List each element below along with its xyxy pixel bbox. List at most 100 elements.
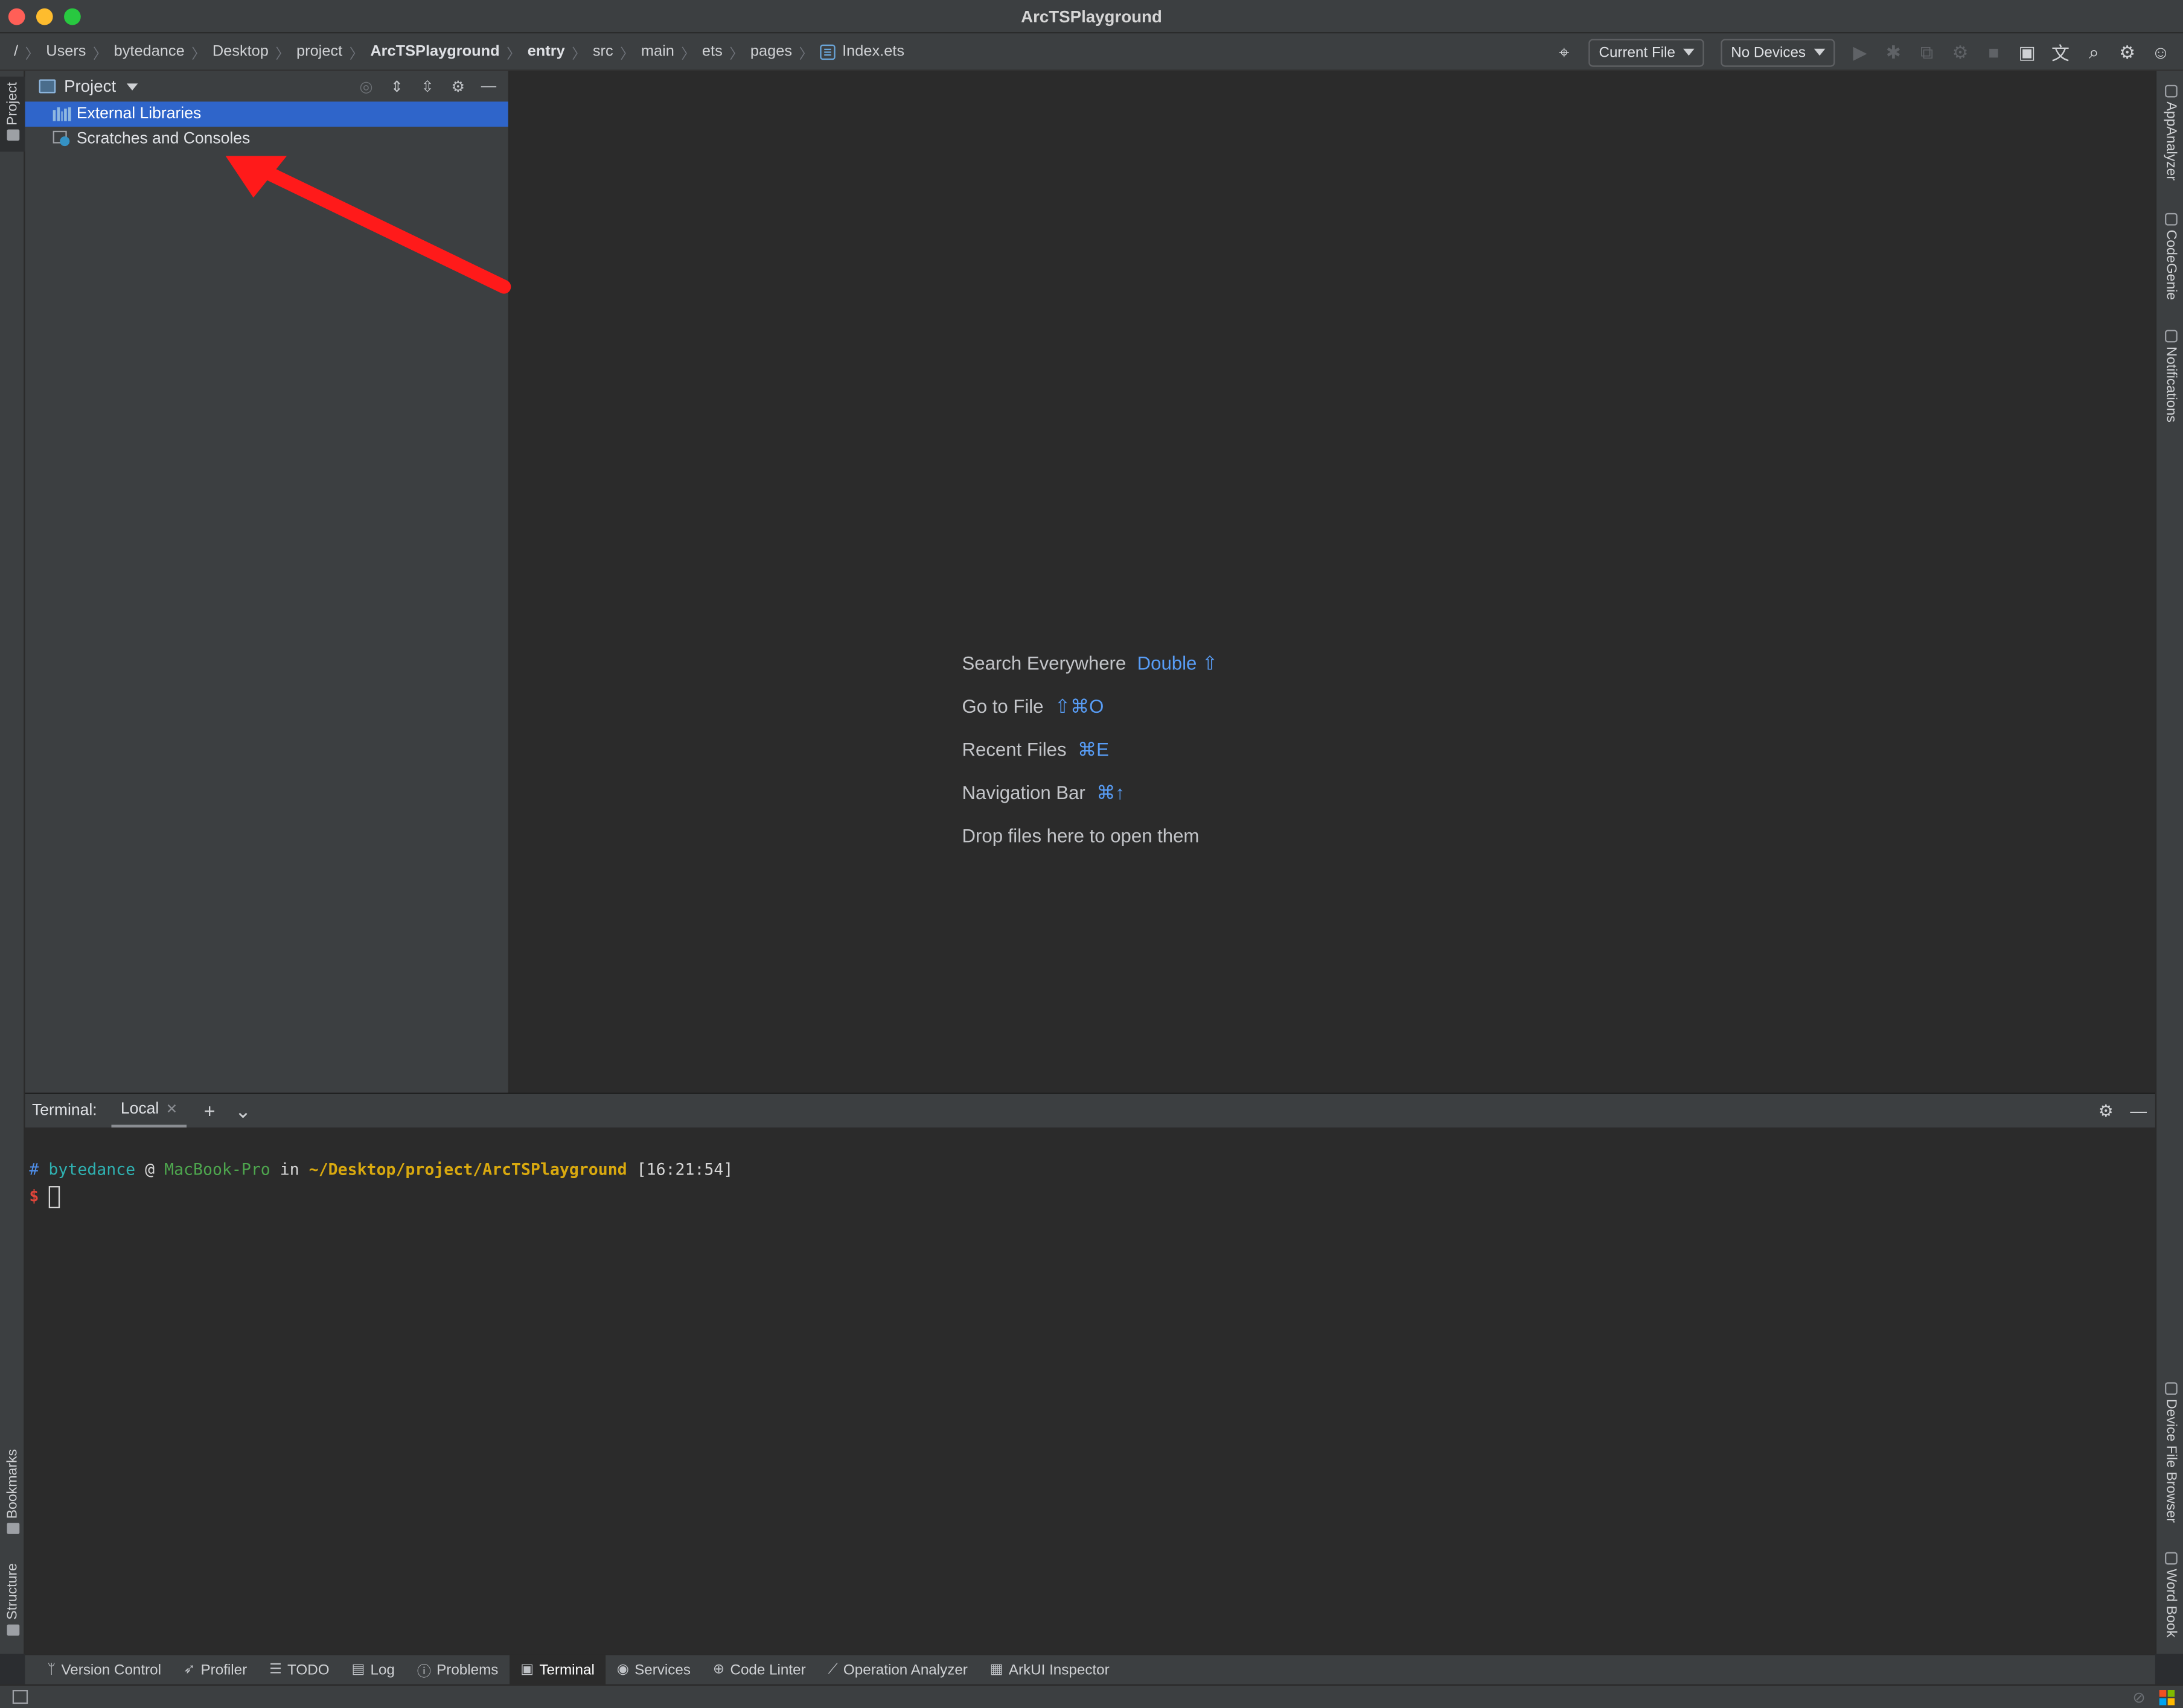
breadcrumb: / 〉 Users 〉 bytedance 〉 Desktop 〉 project 〉 A… xyxy=(0,33,907,69)
breadcrumb-item[interactable]: src xyxy=(590,43,616,60)
tool-button-services[interactable]: ◉ Services xyxy=(606,1654,702,1685)
scratches-icon xyxy=(53,130,71,148)
breadcrumb-item[interactable]: main xyxy=(638,43,677,60)
tool-button-arkui-inspector[interactable]: ▦ ArkUI Inspector xyxy=(979,1654,1120,1685)
breadcrumb-item-module[interactable]: entry xyxy=(525,43,567,60)
breadcrumb-item[interactable]: Users xyxy=(43,43,89,60)
close-window-button[interactable] xyxy=(8,8,25,25)
tool-button-label: TODO xyxy=(287,1661,330,1678)
bookmark-icon xyxy=(6,1523,19,1534)
terminal-output[interactable]: # bytedance @ MacBook-Pro in ~/Desktop/p… xyxy=(25,1127,2155,1209)
tool-button-operation-analyzer[interactable]: ⟋ Operation Analyzer xyxy=(817,1654,979,1685)
account-icon[interactable]: ☺ xyxy=(2147,38,2175,66)
project-view-title[interactable]: Project xyxy=(64,77,116,96)
toggle-tool-windows-icon[interactable] xyxy=(12,1690,28,1704)
caret-down-icon[interactable] xyxy=(127,83,139,90)
settings-gear-icon[interactable]: ⚙ xyxy=(447,75,469,98)
tool-button-code-linter[interactable]: ⊕ Code Linter xyxy=(702,1654,817,1685)
translate-icon[interactable]: 文 xyxy=(2047,38,2074,66)
breadcrumb-item-project[interactable]: ArcTSPlayground xyxy=(368,43,502,60)
chevron-down-icon[interactable]: ⌄ xyxy=(233,1099,252,1123)
device-manager-icon[interactable]: ▣ xyxy=(2013,38,2041,66)
hide-panel-icon[interactable]: — xyxy=(478,75,500,98)
device-value: No Devices xyxy=(1731,43,1806,61)
ide-window: ArcTSPlayground / 〉 Users 〉 bytedance 〉 Des… xyxy=(0,0,2183,1708)
breadcrumb-item[interactable]: Desktop xyxy=(209,43,271,60)
stop-icon[interactable]: ■ xyxy=(1980,38,2007,66)
services-icon: ◉ xyxy=(616,1662,629,1678)
caret-down-icon xyxy=(1814,48,1826,56)
chevron-right-icon: 〉 xyxy=(799,46,813,62)
tool-tab-word-book[interactable]: Word Book xyxy=(2156,1549,2183,1637)
tool-button-label: Terminal xyxy=(539,1661,595,1678)
tool-tab-device-file-browser[interactable]: Device File Browser xyxy=(2156,1380,2183,1523)
tool-button-profiler[interactable]: ➶ Profiler xyxy=(172,1654,258,1685)
breadcrumb-item[interactable]: bytedance xyxy=(111,43,187,60)
expand-all-icon[interactable]: ⇕ xyxy=(386,75,408,98)
tool-button-terminal[interactable]: ▣ Terminal xyxy=(509,1654,606,1685)
tool-button-label: Operation Analyzer xyxy=(843,1661,968,1678)
run-configuration-select[interactable]: Current File xyxy=(1589,38,1705,66)
hide-panel-icon[interactable]: — xyxy=(2130,1101,2147,1120)
hint-recent-files: Recent Files ⌘E xyxy=(962,728,1218,771)
target-icon[interactable]: ⌖ xyxy=(1550,38,1578,66)
prompt-host: MacBook-Pro xyxy=(164,1159,270,1179)
tree-item-label: Scratches and Consoles xyxy=(76,130,251,148)
tool-button-label: ArkUI Inspector xyxy=(1008,1661,1110,1678)
minimize-window-button[interactable] xyxy=(36,8,53,25)
status-bar: ⊘ xyxy=(0,1684,2183,1708)
folder-icon xyxy=(6,129,19,141)
tool-button-log[interactable]: ▤ Log xyxy=(340,1654,406,1685)
tool-tab-structure[interactable]: Structure xyxy=(0,1563,25,1646)
hint-label: Navigation Bar xyxy=(962,782,1085,803)
hint-shortcut: ⌘E xyxy=(1078,738,1109,760)
close-icon[interactable]: ✕ xyxy=(166,1102,177,1117)
breadcrumb-item[interactable]: project xyxy=(293,43,345,60)
tool-tab-notifications[interactable]: Notifications xyxy=(2156,327,2183,422)
power-save-icon[interactable]: ⊘ xyxy=(2132,1689,2145,1707)
zoom-window-button[interactable] xyxy=(64,8,81,25)
tool-tab-app-analyzer-label: AppAnalyzer xyxy=(2162,101,2178,181)
device-select[interactable]: No Devices xyxy=(1721,38,1835,66)
windows-logo-icon[interactable] xyxy=(2159,1690,2175,1706)
collapse-all-icon[interactable]: ⇳ xyxy=(417,75,439,98)
tree-item-external-libraries[interactable]: External Libraries xyxy=(25,101,508,127)
tool-button-problems[interactable]: ⓘ Problems xyxy=(406,1654,509,1685)
breadcrumb-root[interactable]: / xyxy=(11,43,21,60)
breadcrumb-file[interactable]: Index.ets xyxy=(839,43,907,60)
toolbar-right: ⌖ Current File No Devices ▶ ✱ ⧉ ⚙ ■ ▣ 文 … xyxy=(1550,33,2175,71)
tool-tab-project[interactable]: Project xyxy=(0,76,25,152)
settings-gear-icon[interactable]: ⚙ xyxy=(2098,1101,2114,1120)
tool-tab-code-genie[interactable]: CodeGenie xyxy=(2156,210,2183,300)
profile-icon[interactable]: ⚙ xyxy=(1946,38,1974,66)
tool-button-version-control[interactable]: ᛘ Version Control xyxy=(36,1654,173,1685)
debug-icon[interactable]: ✱ xyxy=(1879,38,1907,66)
breadcrumb-item[interactable]: pages xyxy=(747,43,794,60)
tool-button-label: Code Linter xyxy=(730,1661,806,1678)
attach-debugger-icon[interactable]: ⧉ xyxy=(1913,38,1941,66)
project-view-icon xyxy=(39,79,56,94)
chevron-right-icon: 〉 xyxy=(507,46,521,62)
editor-area[interactable]: Search Everywhere Double ⇧ Go to File ⇧⌘… xyxy=(510,71,2155,1093)
tool-tab-bookmarks[interactable]: Bookmarks xyxy=(0,1449,25,1546)
settings-gear-icon[interactable]: ⚙ xyxy=(2114,38,2141,66)
terminal-title: Terminal: xyxy=(32,1102,97,1120)
bottom-tool-bar: ᛘ Version Control ➶ Profiler ☰ TODO ▤ Lo… xyxy=(25,1654,2155,1685)
tool-button-todo[interactable]: ☰ TODO xyxy=(258,1654,340,1685)
terminal-input-line[interactable]: $ xyxy=(29,1183,2155,1209)
hint-navigation-bar: Navigation Bar ⌘↑ xyxy=(962,771,1218,814)
select-opened-file-icon[interactable]: ◎ xyxy=(355,75,377,98)
list-icon: ☰ xyxy=(269,1662,282,1678)
window-title: ArcTSPlayground xyxy=(1021,6,1162,26)
new-terminal-icon[interactable]: + xyxy=(200,1100,219,1122)
left-tool-strip: Project Bookmarks Structure xyxy=(0,71,25,1654)
breadcrumb-item[interactable]: ets xyxy=(699,43,725,60)
run-icon[interactable]: ▶ xyxy=(1846,38,1874,66)
tree-item-scratches-and-consoles[interactable]: Scratches and Consoles xyxy=(25,127,508,152)
title-bar: ArcTSPlayground xyxy=(0,0,2183,34)
analyzer-icon: ⟋ xyxy=(828,1662,838,1678)
terminal-tab-local[interactable]: Local ✕ xyxy=(110,1094,186,1128)
tool-tab-app-analyzer[interactable]: AppAnalyzer xyxy=(2156,82,2183,180)
chevron-right-icon: 〉 xyxy=(93,46,107,62)
search-icon[interactable]: ⌕ xyxy=(2080,38,2108,66)
